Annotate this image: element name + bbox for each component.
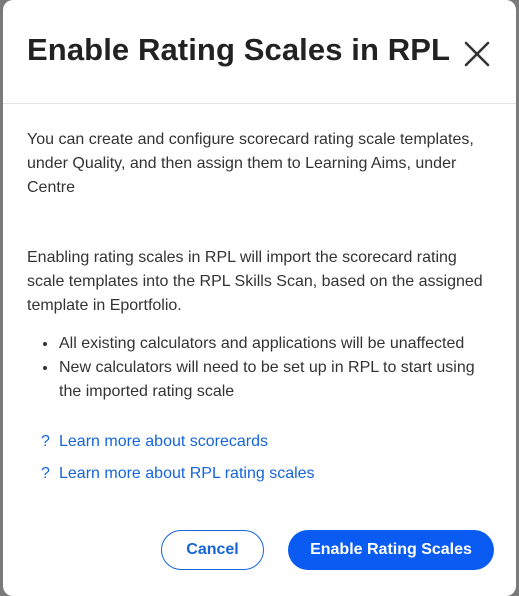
dialog-title: Enable Rating Scales in RPL bbox=[27, 32, 451, 67]
dialog-footer: Cancel Enable Rating Scales bbox=[3, 530, 516, 574]
cancel-button[interactable]: Cancel bbox=[161, 530, 264, 570]
learn-more-scorecards-link[interactable]: ? Learn more about scorecards bbox=[41, 430, 495, 454]
close-button[interactable] bbox=[461, 38, 493, 70]
help-links: ? Learn more about scorecards ? Learn mo… bbox=[27, 430, 495, 486]
help-icon: ? bbox=[41, 433, 50, 450]
bullet-item: All existing calculators and application… bbox=[58, 332, 495, 356]
link-label: Learn more about RPL rating scales bbox=[59, 465, 315, 482]
bullet-list: All existing calculators and application… bbox=[27, 332, 495, 404]
dialog-header: Enable Rating Scales in RPL bbox=[3, 0, 516, 104]
bullet-item: New calculators will need to be set up i… bbox=[58, 356, 495, 404]
link-label: Learn more about scorecards bbox=[59, 433, 268, 450]
enable-rating-scales-dialog: Enable Rating Scales in RPL You can crea… bbox=[3, 0, 516, 596]
description-paragraph: Enabling rating scales in RPL will impor… bbox=[27, 249, 483, 314]
intro-paragraph: You can create and configure scorecard r… bbox=[27, 131, 474, 196]
enable-rating-scales-button[interactable]: Enable Rating Scales bbox=[288, 530, 494, 570]
dialog-body: You can create and configure scorecard r… bbox=[27, 128, 495, 486]
learn-more-rpl-rating-scales-link[interactable]: ? Learn more about RPL rating scales bbox=[41, 462, 495, 486]
close-icon bbox=[464, 41, 490, 67]
help-icon: ? bbox=[41, 465, 50, 482]
